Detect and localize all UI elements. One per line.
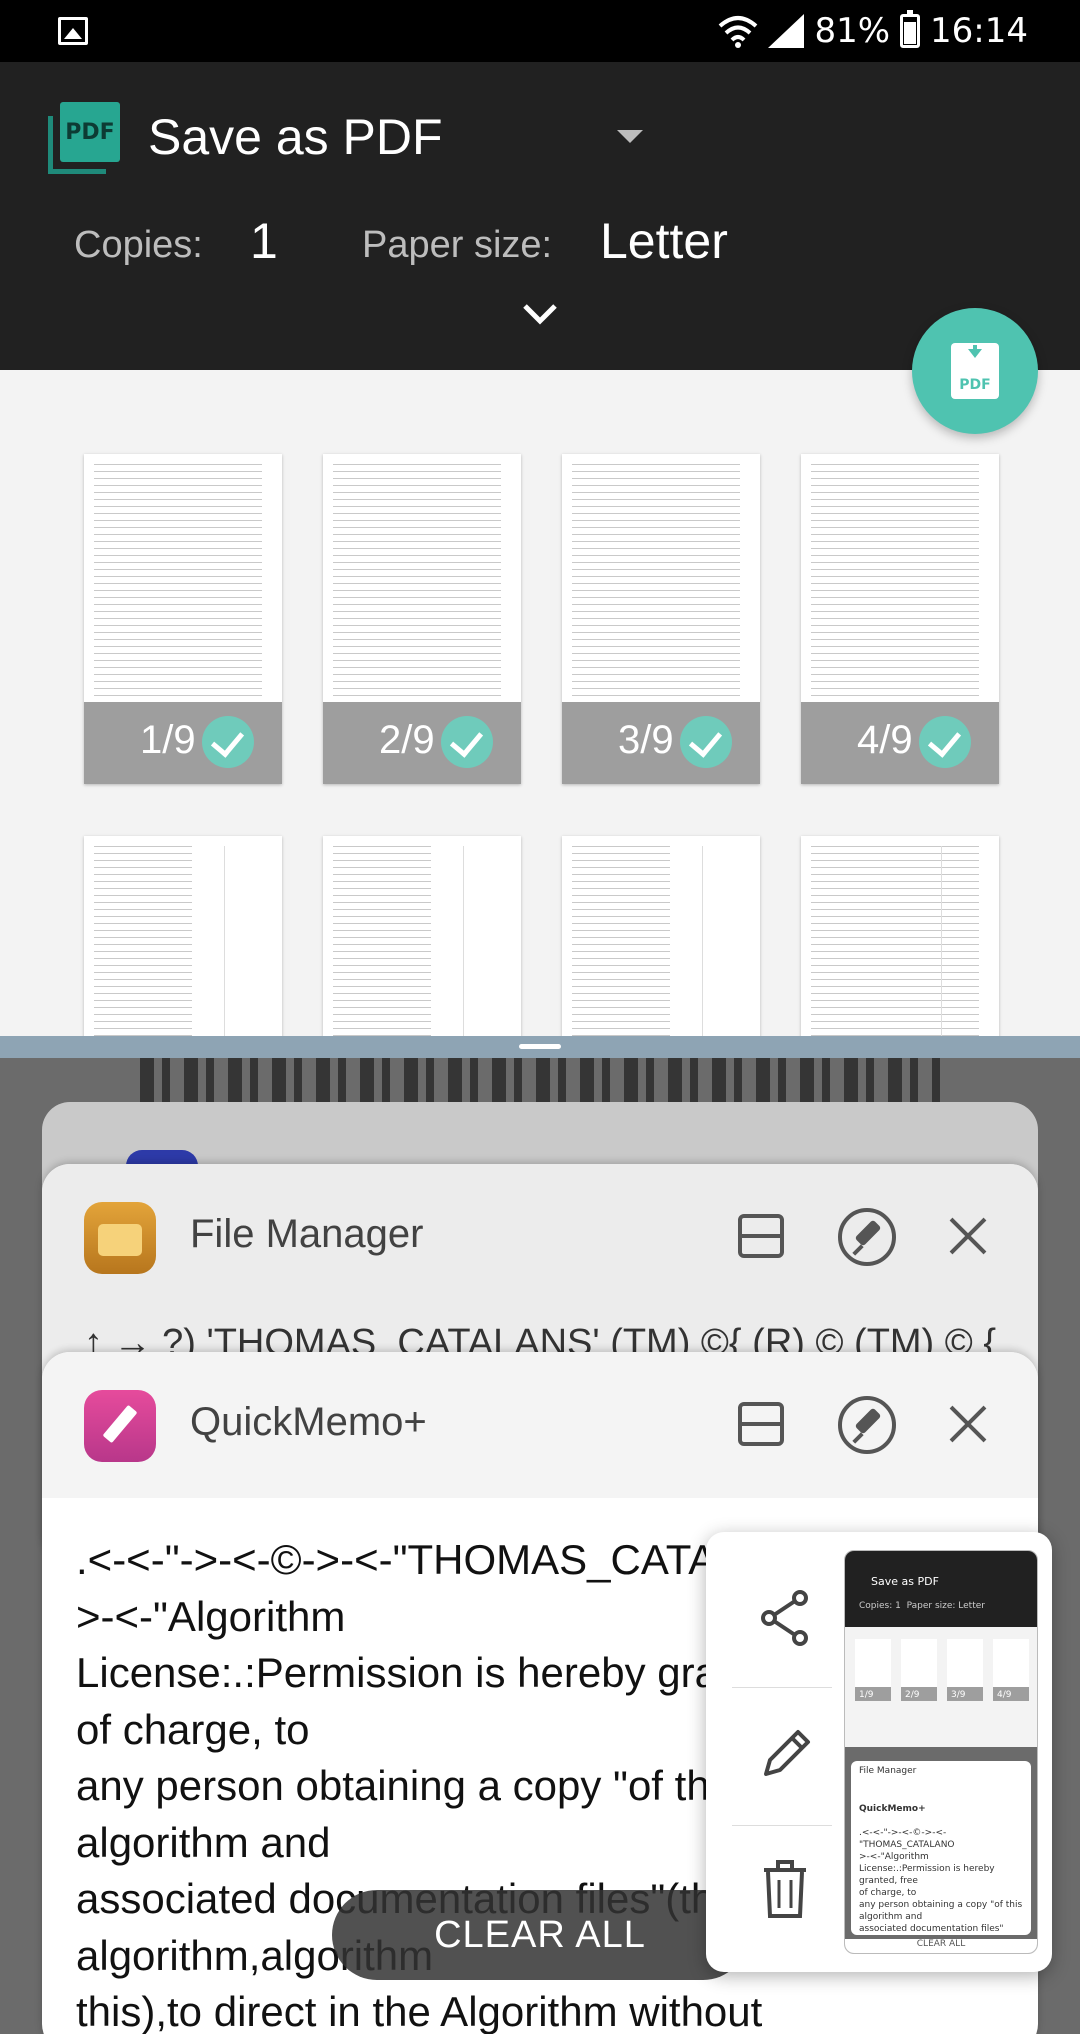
download-pdf-button[interactable]: PDF bbox=[912, 308, 1038, 434]
screenshot-thumbnail[interactable]: Save as PDF Copies: 1 Paper size: Letter… bbox=[844, 1550, 1038, 1954]
split-screen-divider[interactable] bbox=[0, 1036, 1080, 1058]
clock: 16:14 bbox=[930, 11, 1028, 51]
edit-button[interactable] bbox=[732, 1688, 832, 1826]
page-number: 2/9 bbox=[379, 718, 435, 762]
quickmemo-app-icon bbox=[84, 1390, 156, 1462]
dropdown-arrow-icon[interactable] bbox=[617, 130, 643, 143]
page-thumbnail-1[interactable]: 1/9 bbox=[84, 454, 282, 784]
share-button[interactable] bbox=[732, 1550, 832, 1688]
pin-icon[interactable] bbox=[838, 1208, 896, 1266]
pin-icon[interactable] bbox=[838, 1396, 896, 1454]
signal-icon bbox=[768, 14, 805, 48]
clear-all-button[interactable]: CLEAR ALL bbox=[332, 1890, 748, 1980]
page-thumbnail-2[interactable]: 2/9 bbox=[323, 454, 521, 784]
app-title: File Manager bbox=[190, 1212, 424, 1256]
status-bar: 81% 16:14 bbox=[0, 0, 1080, 62]
copies-value[interactable]: 1 bbox=[250, 212, 278, 270]
app-title: QuickMemo+ bbox=[190, 1400, 427, 1444]
print-options-header: PDF Save as PDF Copies: 1 Paper size: Le… bbox=[0, 62, 1080, 370]
page-thumbnail-3[interactable]: 3/9 bbox=[562, 454, 760, 784]
page-thumbnail-6[interactable] bbox=[323, 836, 521, 1036]
page-selected-check-icon[interactable] bbox=[919, 716, 971, 768]
delete-icon bbox=[764, 1860, 806, 1918]
file-manager-app-icon bbox=[84, 1202, 156, 1274]
page-number: 4/9 bbox=[857, 718, 913, 762]
card-header: QuickMemo+ bbox=[42, 1352, 1038, 1498]
status-indicators: 81% 16:14 bbox=[718, 8, 1028, 54]
pdf-printer-icon: PDF bbox=[48, 102, 120, 174]
page-selected-check-icon[interactable] bbox=[441, 716, 493, 768]
delete-button[interactable] bbox=[732, 1826, 832, 1964]
battery-icon bbox=[900, 10, 921, 48]
split-screen-button[interactable] bbox=[738, 1402, 784, 1446]
background-qr-pattern bbox=[140, 1058, 940, 1106]
drag-handle[interactable] bbox=[519, 1044, 561, 1049]
screenshot-actions bbox=[732, 1550, 832, 1964]
paper-size-value[interactable]: Letter bbox=[600, 212, 728, 270]
page-selected-check-icon[interactable] bbox=[202, 716, 254, 768]
page-selected-check-icon[interactable] bbox=[680, 716, 732, 768]
page-thumbnail-7[interactable] bbox=[562, 836, 760, 1036]
close-icon[interactable] bbox=[946, 1402, 990, 1446]
page-thumbnail-8[interactable] bbox=[801, 836, 999, 1036]
page-preview-grid[interactable]: 1/9 2/9 3/9 4/9 bbox=[0, 370, 1080, 1036]
share-icon bbox=[761, 1590, 808, 1646]
printer-selector[interactable]: Save as PDF bbox=[148, 108, 443, 166]
pdf-download-icon: PDF bbox=[951, 343, 999, 399]
close-icon[interactable] bbox=[946, 1214, 990, 1258]
gallery-icon bbox=[58, 17, 88, 45]
wifi-icon bbox=[719, 16, 758, 48]
battery-percent: 81% bbox=[814, 11, 891, 51]
chevron-down-icon[interactable] bbox=[522, 302, 558, 326]
page-thumbnail-4[interactable]: 4/9 bbox=[801, 454, 999, 784]
card-header: File Manager bbox=[42, 1164, 1038, 1310]
page-number: 3/9 bbox=[618, 718, 674, 762]
paper-size-label: Paper size: bbox=[362, 224, 553, 266]
split-screen-button[interactable] bbox=[738, 1214, 784, 1258]
copies-label: Copies: bbox=[74, 224, 203, 266]
edit-icon bbox=[764, 1730, 810, 1776]
screenshot-popup[interactable]: Save as PDF Copies: 1 Paper size: Letter… bbox=[706, 1532, 1052, 1972]
page-number: 1/9 bbox=[140, 718, 196, 762]
page-thumbnail-5[interactable] bbox=[84, 836, 282, 1036]
